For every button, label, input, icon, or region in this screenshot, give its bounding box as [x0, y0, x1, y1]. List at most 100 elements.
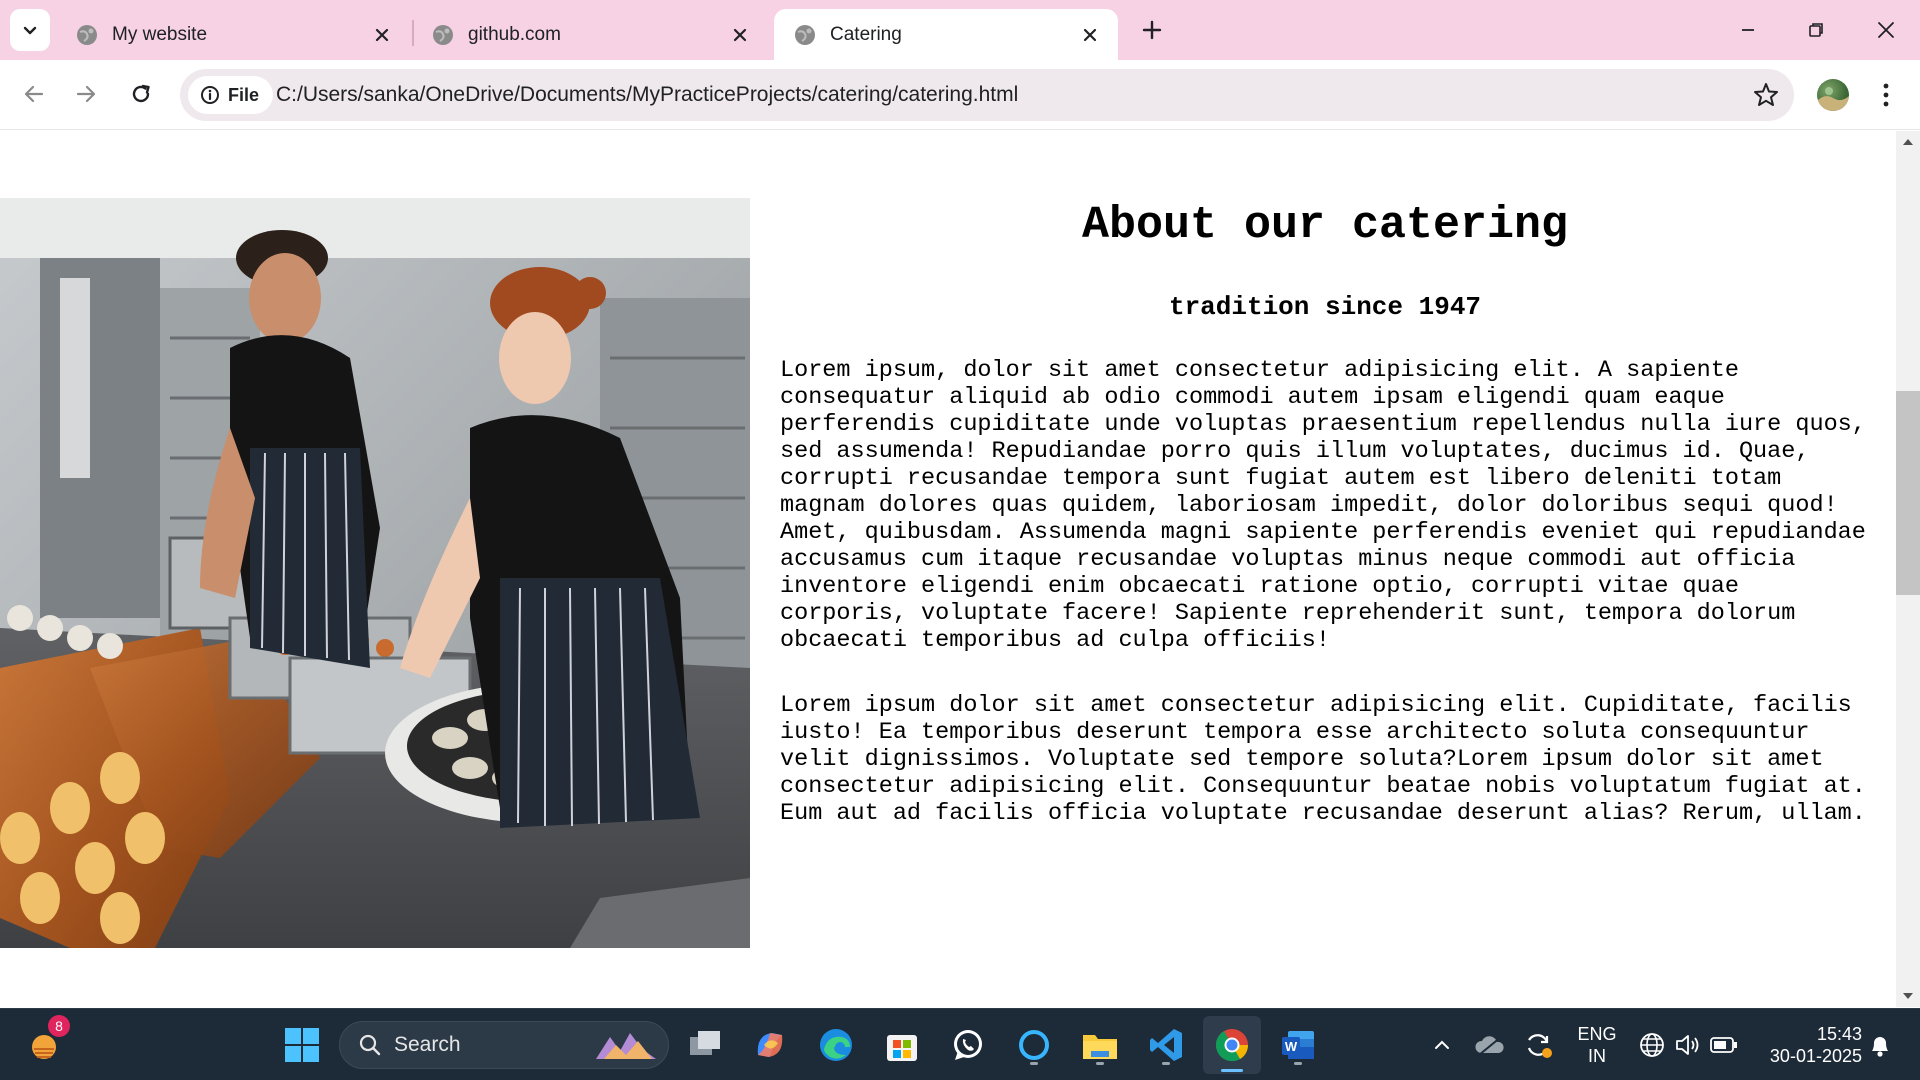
close-window-button[interactable] [1852, 8, 1920, 52]
reload-button[interactable] [121, 74, 161, 114]
file-explorer-button[interactable] [1078, 1023, 1122, 1067]
chrome-icon [1215, 1029, 1249, 1062]
page-scrollbar[interactable] [1896, 131, 1920, 1007]
whatsapp-icon [954, 1030, 982, 1060]
arrow-right-icon [76, 85, 96, 103]
microsoft-store-button[interactable] [880, 1023, 924, 1067]
notifications-button[interactable] [1858, 1023, 1902, 1067]
tab-title: My website [112, 23, 208, 45]
back-button[interactable] [14, 74, 54, 114]
site-info-chip[interactable]: File [188, 76, 274, 114]
page-title: About our catering [1081, 200, 1569, 251]
language-label: ENG [1577, 1024, 1617, 1044]
minimize-icon [1742, 29, 1754, 31]
widgets-button[interactable]: 8 [22, 1015, 70, 1067]
chevron-down-icon [23, 26, 37, 35]
plus-icon [1142, 20, 1162, 40]
tab-search-button[interactable] [10, 9, 50, 51]
tab-catering[interactable]: Catering [774, 9, 1118, 60]
word-button[interactable]: W [1276, 1023, 1320, 1067]
scroll-down-arrow-icon[interactable] [1903, 993, 1913, 999]
close-icon[interactable] [728, 23, 752, 47]
battery-button[interactable] [1702, 1023, 1746, 1067]
close-icon[interactable] [1078, 23, 1102, 47]
forward-button[interactable] [66, 74, 106, 114]
cortana-button[interactable] [1012, 1023, 1056, 1067]
folder-icon [1083, 1035, 1117, 1059]
battery-icon [1710, 1037, 1737, 1053]
task-view-icon [690, 1031, 720, 1055]
copilot-icon [757, 1033, 783, 1057]
edge-button[interactable] [814, 1023, 858, 1067]
whatsapp-button[interactable] [946, 1023, 990, 1067]
running-indicator [1096, 1062, 1104, 1065]
task-view-button[interactable] [683, 1023, 727, 1067]
reload-icon [132, 84, 150, 103]
arrow-left-icon [24, 85, 44, 103]
search-label: Search [394, 1033, 461, 1056]
scrollbar-thumb[interactable] [1896, 391, 1920, 595]
globe-icon [795, 24, 815, 45]
edge-icon [820, 1029, 852, 1061]
tab-github[interactable]: github.com [412, 9, 768, 60]
word-icon: W [1282, 1031, 1314, 1059]
sync-icon [1527, 1034, 1552, 1058]
close-icon [1878, 22, 1894, 38]
sync-button[interactable] [1516, 1023, 1560, 1067]
bell-icon [1872, 1037, 1888, 1057]
about-paragraph: Lorem ipsum, dolor sit amet consectetur … [780, 357, 1866, 654]
cortana-icon [1019, 1030, 1049, 1060]
speaker-icon [1676, 1035, 1699, 1055]
close-icon[interactable] [370, 23, 394, 47]
tab-my-website[interactable]: My website [56, 9, 410, 60]
info-icon [201, 86, 219, 104]
restore-icon [1809, 23, 1823, 37]
vscode-icon [1150, 1029, 1182, 1061]
globe-icon [433, 24, 453, 45]
active-indicator [1221, 1069, 1243, 1072]
catering-kitchen-photo [0, 198, 750, 948]
clock[interactable]: 15:43 30-01-2025 [1752, 1023, 1862, 1067]
cloud-icon [1475, 1036, 1504, 1056]
site-info-label: File [228, 84, 260, 105]
microsoft-store-icon [887, 1035, 917, 1061]
tab-title: Catering [830, 23, 902, 45]
bookmark-star-icon[interactable] [1752, 81, 1780, 109]
widgets-badge: 8 [48, 1015, 70, 1037]
about-section: About our catering tradition since 1947 … [780, 198, 1870, 827]
clock-date: 30-01-2025 [1769, 1046, 1862, 1066]
windows-logo-icon [285, 1028, 319, 1062]
vscode-button[interactable] [1144, 1023, 1188, 1067]
chrome-button[interactable] [1203, 1016, 1261, 1074]
browser-menu-button[interactable] [1876, 77, 1896, 113]
svg-text:W: W [1285, 1039, 1298, 1054]
scroll-up-arrow-icon[interactable] [1903, 139, 1913, 145]
more-vert-icon [1883, 83, 1889, 107]
restore-button[interactable] [1782, 8, 1850, 52]
show-hidden-icons-button[interactable] [1420, 1023, 1464, 1067]
profile-avatar[interactable] [1817, 79, 1849, 111]
browser-toolbar: File C:/Users/sanka/OneDrive/Documents/M… [0, 60, 1920, 130]
search-icon [359, 1034, 381, 1056]
url-text[interactable]: C:/Users/sanka/OneDrive/Documents/MyPrac… [276, 83, 1018, 107]
globe-icon [77, 24, 97, 45]
region-label: IN [1588, 1046, 1606, 1066]
about-paragraph: Lorem ipsum dolor sit amet consectetur a… [780, 692, 1866, 827]
clock-time: 15:43 [1816, 1024, 1862, 1044]
page-viewport: About our catering tradition since 1947 … [0, 131, 1896, 1007]
start-button[interactable] [280, 1023, 324, 1067]
copilot-button[interactable] [748, 1023, 792, 1067]
taskbar-search[interactable]: Search [339, 1021, 669, 1069]
running-indicator [1030, 1062, 1038, 1065]
new-tab-button[interactable] [1136, 14, 1168, 46]
input-language-indicator[interactable]: ENG IN [1574, 1023, 1620, 1067]
minimize-button[interactable] [1714, 8, 1782, 52]
kitchen-image [0, 198, 750, 948]
search-highlight-icon [596, 1033, 656, 1059]
chevron-up-icon [1435, 1040, 1449, 1049]
profile-picture [1817, 87, 1849, 111]
page-subtitle: tradition since 1947 [1168, 292, 1482, 322]
onedrive-button[interactable] [1468, 1023, 1512, 1067]
address-bar[interactable]: File C:/Users/sanka/OneDrive/Documents/M… [180, 69, 1794, 121]
running-indicator [1162, 1062, 1170, 1065]
